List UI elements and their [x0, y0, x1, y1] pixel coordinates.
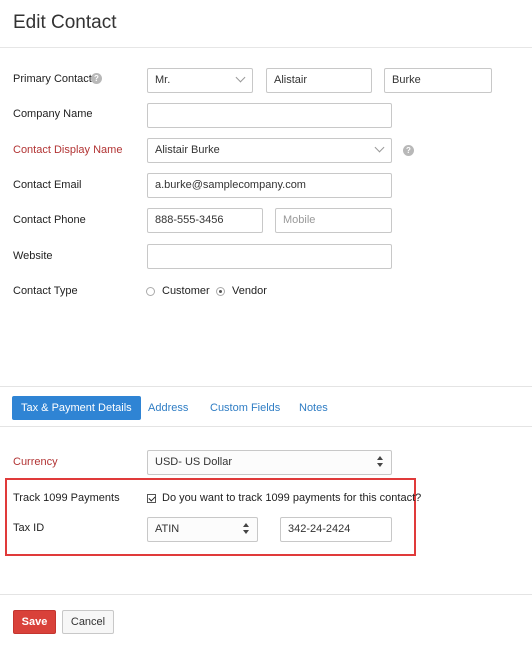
- company-name-row: Company Name: [0, 102, 532, 128]
- work-phone-input[interactable]: 888-555-3456: [147, 208, 263, 233]
- chevron-down-icon: [374, 142, 385, 153]
- tab-tax-payment-details[interactable]: Tax & Payment Details: [12, 396, 141, 420]
- help-icon[interactable]: ?: [403, 145, 414, 156]
- tax-id-label: Tax ID: [13, 522, 45, 534]
- section-divider: [0, 386, 532, 387]
- salutation-select[interactable]: Mr.: [147, 68, 253, 93]
- tab-custom-fields[interactable]: Custom Fields: [210, 396, 280, 420]
- vendor-radio[interactable]: [216, 287, 225, 296]
- website-row: Website: [0, 244, 532, 270]
- tax-id-input[interactable]: 342-24-2424: [280, 517, 392, 542]
- tax-id-type-value: ATIN: [155, 523, 180, 535]
- first-name-input[interactable]: Alistair: [266, 68, 372, 93]
- primary-contact-label: Primary Contact: [13, 73, 92, 85]
- email-input[interactable]: a.burke@samplecompany.com: [147, 173, 392, 198]
- save-button[interactable]: Save: [13, 610, 56, 634]
- customer-radio[interactable]: [146, 287, 155, 296]
- cancel-button[interactable]: Cancel: [62, 610, 114, 634]
- last-name-input[interactable]: Burke: [384, 68, 492, 93]
- contact-type-label: Contact Type: [13, 285, 78, 297]
- display-name-label: Contact Display Name: [13, 144, 123, 156]
- chevron-down-icon: [235, 72, 246, 83]
- display-name-select[interactable]: Alistair Burke: [147, 138, 392, 163]
- primary-contact-row: Primary Contact ? Mr. Alistair Burke: [0, 67, 532, 93]
- email-row: Contact Email a.burke@samplecompany.com: [0, 173, 532, 199]
- track-1099-label: Track 1099 Payments: [13, 492, 120, 504]
- footer-divider: [0, 594, 532, 595]
- currency-select[interactable]: USD- US Dollar: [147, 450, 392, 475]
- currency-value: USD- US Dollar: [155, 456, 233, 468]
- website-label: Website: [13, 250, 53, 262]
- customer-radio-label[interactable]: Customer: [162, 285, 210, 297]
- track-1099-checkbox[interactable]: [147, 494, 156, 503]
- page-header: Edit Contact: [0, 0, 532, 48]
- email-label: Contact Email: [13, 179, 82, 191]
- page-title: Edit Contact: [13, 12, 117, 33]
- company-name-input[interactable]: [147, 103, 392, 128]
- phone-row: Contact Phone 888-555-3456 Mobile: [0, 208, 532, 234]
- phone-label: Contact Phone: [13, 214, 86, 226]
- track-1099-checkbox-label[interactable]: Do you want to track 1099 payments for t…: [162, 492, 421, 504]
- website-input[interactable]: [147, 244, 392, 269]
- select-arrows-icon: [243, 522, 251, 536]
- contact-type-row: Contact Type Customer Vendor: [0, 279, 532, 305]
- tax-id-row: Tax ID ATIN 342-24-2424: [0, 516, 532, 542]
- tax-id-type-select[interactable]: ATIN: [147, 517, 258, 542]
- help-icon[interactable]: ?: [91, 73, 102, 84]
- currency-label: Currency: [13, 456, 58, 468]
- currency-row: Currency USD- US Dollar: [0, 450, 532, 476]
- select-arrows-icon: [377, 455, 385, 469]
- tab-notes[interactable]: Notes: [299, 396, 328, 420]
- tab-address[interactable]: Address: [148, 396, 188, 420]
- vendor-radio-label[interactable]: Vendor: [232, 285, 267, 297]
- mobile-phone-input[interactable]: Mobile: [275, 208, 392, 233]
- tabs-divider: [0, 426, 532, 427]
- track-1099-row: Track 1099 Payments Do you want to track…: [0, 486, 532, 512]
- company-name-label: Company Name: [13, 108, 93, 120]
- display-name-row: Contact Display Name Alistair Burke ?: [0, 138, 532, 164]
- salutation-value: Mr.: [155, 74, 171, 86]
- display-name-value: Alistair Burke: [155, 144, 220, 156]
